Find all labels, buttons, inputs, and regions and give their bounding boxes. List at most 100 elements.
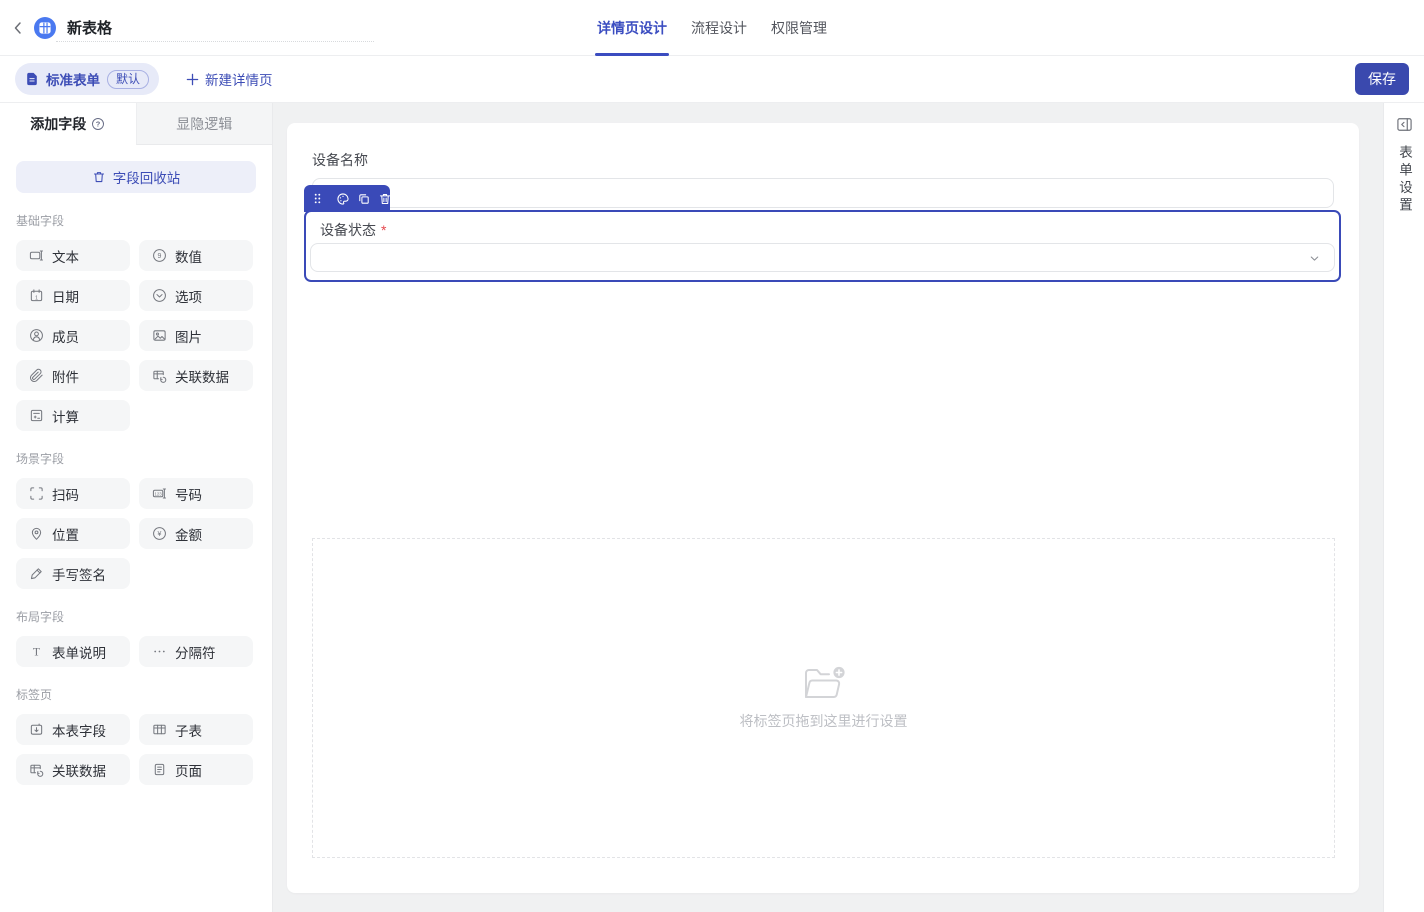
help-circle-icon[interactable]: ? <box>91 117 105 131</box>
field-item-divider[interactable]: 分隔符 <box>139 636 253 667</box>
field-section: 基础字段文本9数值1日期选项成员图片附件关联数据计算 <box>0 212 272 431</box>
field-device-name: 设备名称 <box>312 150 1334 208</box>
form-settings-label: 表单设置 <box>1394 145 1414 215</box>
field-item-label: 图片 <box>175 326 202 346</box>
field-item-money[interactable]: ¥金额 <box>139 518 253 549</box>
section-title: 布局字段 <box>16 608 256 625</box>
new-detail-page-label: 新建详情页 <box>205 69 273 89</box>
folder-plus-icon <box>801 665 846 702</box>
field-item-calculator[interactable]: 计算 <box>16 400 130 431</box>
field-item-number[interactable]: 9 数值 <box>139 240 253 271</box>
field-item-location[interactable]: 位置 <box>16 518 130 549</box>
field-item-number-input[interactable]: 123 号码 <box>139 478 253 509</box>
field-item-subtable[interactable]: 子表 <box>139 714 253 745</box>
tab-visibility-logic-label: 显隐逻辑 <box>176 114 232 134</box>
field-recycle-bin-button[interactable]: 字段回收站 <box>16 161 256 193</box>
trash-icon <box>92 170 106 184</box>
related-data-icon <box>152 368 167 383</box>
field-item-text-field[interactable]: 文本 <box>16 240 130 271</box>
field-item-attachment[interactable]: 附件 <box>16 360 130 391</box>
field-item-member[interactable]: 成员 <box>16 320 130 351</box>
design-tab[interactable]: 流程设计 <box>689 0 749 56</box>
calculator-icon <box>29 408 44 423</box>
field-item-scan[interactable]: 扫码 <box>16 478 130 509</box>
related-data-icon <box>29 762 44 777</box>
field-item-page[interactable]: 页面 <box>139 754 253 785</box>
document-icon <box>25 72 39 86</box>
field-item-date[interactable]: 1日期 <box>16 280 130 311</box>
default-badge: 默认 <box>107 70 149 89</box>
scan-icon <box>29 486 44 501</box>
svg-text:T: T <box>33 646 40 659</box>
text-field-icon <box>29 248 44 263</box>
field-item-signature[interactable]: 手写签名 <box>16 558 130 589</box>
field-item-label: 文本 <box>52 246 79 266</box>
title-edit-underline <box>56 41 374 42</box>
number-icon: 9 <box>152 248 167 263</box>
chevron-left-icon <box>10 20 26 36</box>
field-item-image[interactable]: 图片 <box>139 320 253 351</box>
tab-dropzone[interactable]: 将标签页拖到这里进行设置 <box>312 538 1335 858</box>
device-status-select[interactable] <box>310 243 1335 272</box>
svg-text:123: 123 <box>155 491 163 496</box>
tab-field-icon <box>29 722 44 737</box>
tab-visibility-logic[interactable]: 显隐逻辑 <box>136 103 273 145</box>
tab-add-field[interactable]: 添加字段 ? <box>0 103 136 145</box>
delete-icon[interactable] <box>378 192 392 206</box>
field-device-status-label: 设备状态* <box>320 220 386 240</box>
top-header: 新表格 详情页设计流程设计权限管理 <box>0 0 1424 56</box>
field-section: 布局字段 T 表单说明 分隔符 <box>0 608 272 667</box>
field-item-label: 扫码 <box>52 484 79 504</box>
sidebar-tabs: 添加字段 ? 显隐逻辑 <box>0 103 272 145</box>
field-item-label: 位置 <box>52 524 79 544</box>
field-item-label: 选项 <box>175 286 202 306</box>
field-item-label: 子表 <box>175 720 202 740</box>
design-tabs: 详情页设计流程设计权限管理 <box>595 0 829 56</box>
form-settings-panel: 表单设置 <box>1383 103 1424 912</box>
design-tab[interactable]: 权限管理 <box>769 0 829 56</box>
dropzone-hint-text: 将标签页拖到这里进行设置 <box>740 711 908 731</box>
new-detail-page-button[interactable]: 新建详情页 <box>186 69 273 89</box>
field-device-name-label: 设备名称 <box>312 150 1334 170</box>
field-item-label: 附件 <box>52 366 79 386</box>
field-item-select-option[interactable]: 选项 <box>139 280 253 311</box>
number-input-icon: 123 <box>152 486 167 501</box>
design-tab[interactable]: 详情页设计 <box>595 0 669 56</box>
field-recycle-bin-label: 字段回收站 <box>113 167 181 187</box>
standard-form-label: 标准表单 <box>46 69 100 89</box>
location-icon <box>29 526 44 541</box>
chevron-down-icon <box>1308 252 1321 265</box>
divider-icon <box>152 644 167 659</box>
svg-text:1: 1 <box>35 295 38 301</box>
field-item-label: 数值 <box>175 246 202 266</box>
drag-handle-icon[interactable] <box>313 192 322 205</box>
standard-form-pill[interactable]: 标准表单 默认 <box>15 63 159 95</box>
sidebar-sections: 基础字段文本9数值1日期选项成员图片附件关联数据计算场景字段扫码123号码位置¥… <box>0 212 272 785</box>
copy-icon[interactable] <box>357 192 371 206</box>
attachment-icon <box>29 368 44 383</box>
field-item-label: 号码 <box>175 484 202 504</box>
plus-icon <box>186 73 199 86</box>
field-item-label: 本表字段 <box>52 720 106 740</box>
palette-icon[interactable] <box>336 192 350 206</box>
select-option-icon <box>152 288 167 303</box>
save-button[interactable]: 保存 <box>1355 63 1409 95</box>
money-icon: ¥ <box>152 526 167 541</box>
field-item-tab-field[interactable]: 本表字段 <box>16 714 130 745</box>
subtable-icon <box>152 722 167 737</box>
field-action-toolbar <box>304 185 390 212</box>
svg-text:?: ? <box>96 120 101 129</box>
field-device-status-selected[interactable]: 设备状态* <box>304 210 1341 282</box>
field-item-label: 成员 <box>52 326 79 346</box>
back-button[interactable] <box>8 18 28 38</box>
page-icon <box>152 762 167 777</box>
svg-text:9: 9 <box>158 253 162 260</box>
field-item-label: 表单说明 <box>52 642 106 662</box>
field-item-label: 计算 <box>52 406 79 426</box>
device-name-input[interactable] <box>312 178 1334 208</box>
collapse-panel-icon[interactable] <box>1396 116 1413 133</box>
form-canvas: 设备名称 设备状态* <box>287 123 1359 893</box>
field-item-related-data[interactable]: 关联数据 <box>139 360 253 391</box>
field-item-related-data[interactable]: 关联数据 <box>16 754 130 785</box>
field-item-form-text[interactable]: T 表单说明 <box>16 636 130 667</box>
